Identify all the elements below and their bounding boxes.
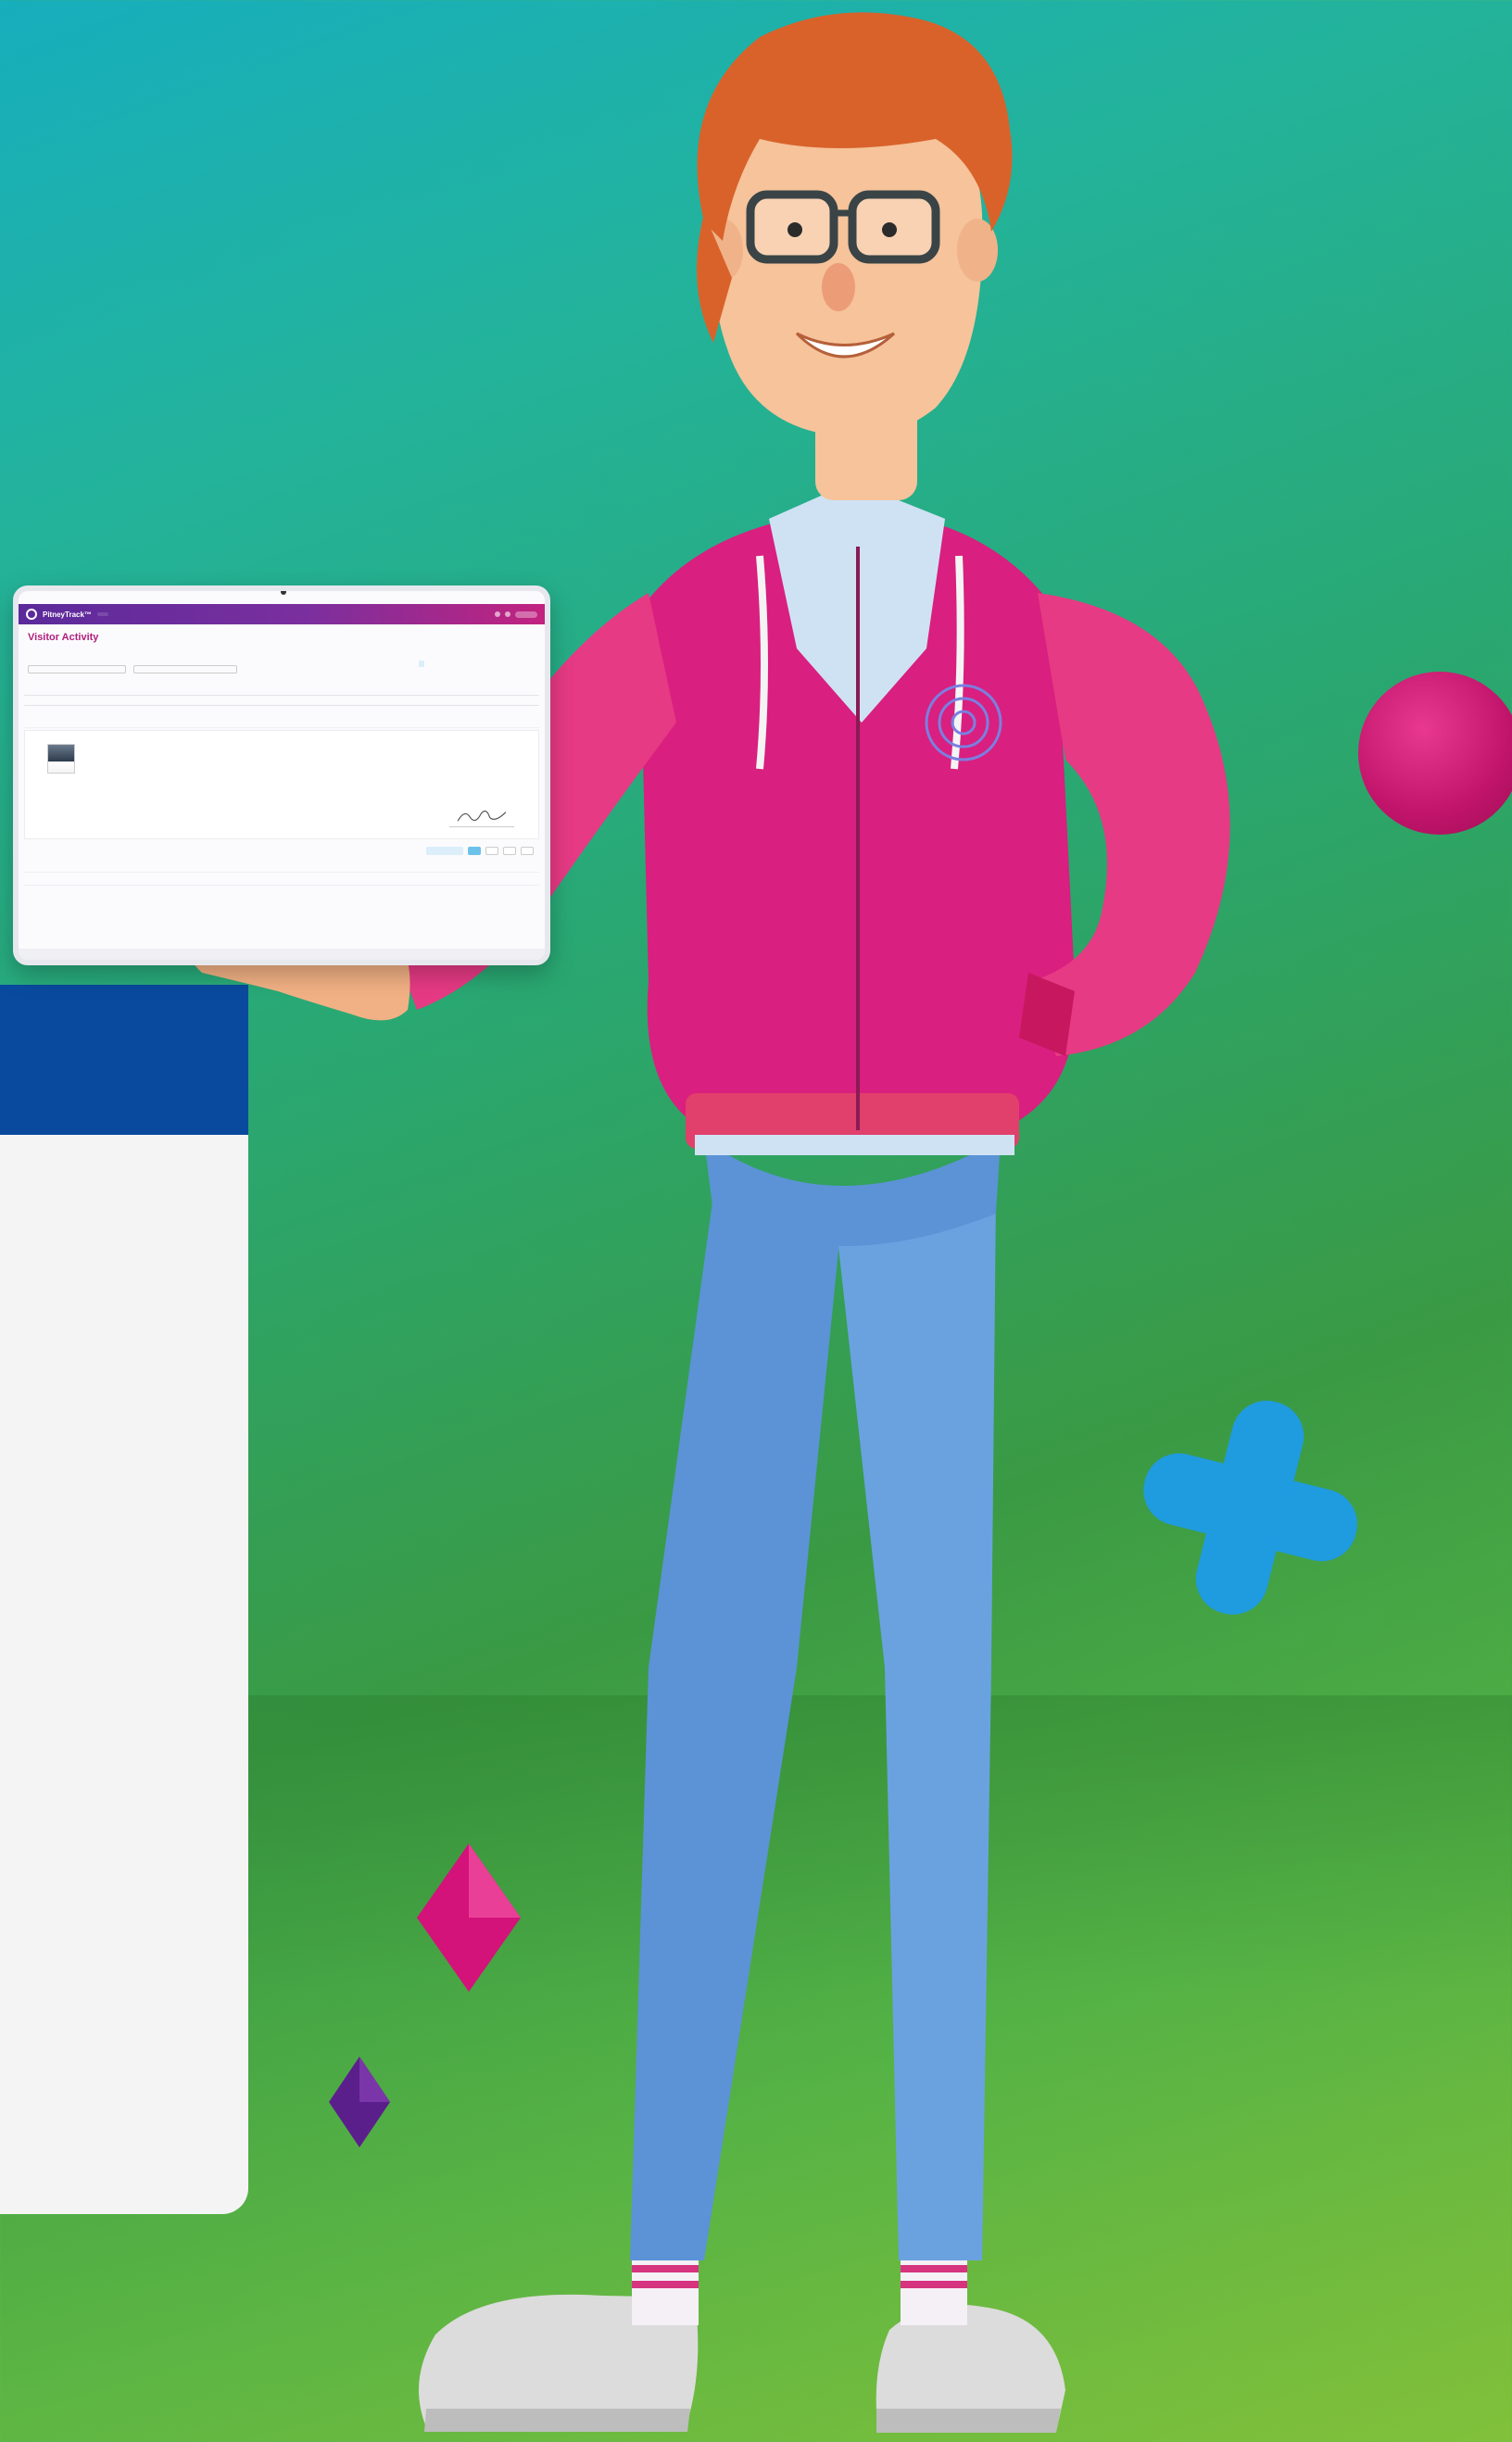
circle-logo-icon: [26, 609, 37, 620]
notification-icon[interactable]: [495, 611, 500, 617]
grid-footer: [19, 949, 545, 960]
detail-actions: [24, 843, 539, 858]
menu-item[interactable]: ​: [419, 671, 424, 675]
magenta-sphere-icon: [1358, 672, 1512, 835]
character-illustration: [186, 12, 1230, 2433]
user-menu[interactable]: [515, 610, 537, 618]
menu-column-right: ​ ​ ​ ​ ​: [419, 636, 424, 679]
table-row[interactable]: [24, 876, 539, 886]
save-button[interactable]: [468, 846, 481, 855]
tablet-camera: [281, 591, 286, 595]
menu-heading: ​: [419, 636, 424, 640]
menu-item[interactable]: ​: [419, 644, 424, 648]
visitor-detail-card: [24, 730, 539, 839]
app-name: PitneyTrack™: [43, 610, 92, 619]
table-row[interactable]: [24, 863, 539, 873]
action-button[interactable]: [485, 846, 498, 855]
filter-select[interactable]: [28, 665, 126, 673]
action-button[interactable]: [503, 846, 516, 855]
filter-select[interactable]: [133, 665, 237, 673]
page-title: Visitor Activity: [28, 632, 99, 643]
action-button[interactable]: [521, 846, 534, 855]
signature-image: [449, 810, 514, 827]
filter-selects: [28, 665, 237, 673]
table-row[interactable]: [24, 719, 539, 728]
status-field[interactable]: [426, 846, 463, 855]
app-top-bar: PitneyTrack™: [19, 604, 545, 624]
menu-item-selected[interactable]: ​: [419, 661, 424, 667]
grid-toolbar: [24, 695, 539, 706]
help-icon[interactable]: [505, 611, 510, 617]
app-bar-actions: [495, 610, 545, 618]
menu-item[interactable]: ​: [419, 652, 424, 657]
tablet-device: PitneyTrack™ Visitor Activity ​ ​ ​ ​ ​ …: [13, 585, 550, 965]
view-tabs: ​​​​​​​​​​ ​​​​​​​​: [28, 685, 43, 690]
visitor-photo: [47, 744, 75, 774]
app-nav-tab[interactable]: [96, 612, 108, 616]
